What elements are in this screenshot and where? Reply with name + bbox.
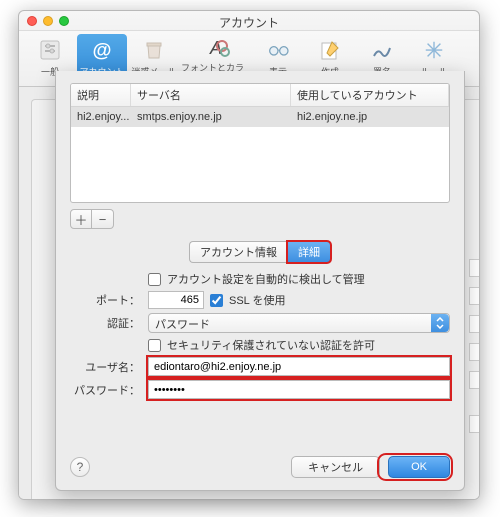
ssl-label: SSL を使用 <box>229 292 285 308</box>
tab-account-info[interactable]: アカウント情報 <box>189 241 287 263</box>
at-icon: @ <box>88 36 116 64</box>
insecure-checkbox[interactable] <box>148 339 161 352</box>
chevron-updown-icon <box>431 314 449 332</box>
ok-button[interactable]: OK <box>388 456 450 478</box>
server-sheet: 説明 サーバ名 使用しているアカウント hi2.enjoy... smtps.e… <box>55 71 465 491</box>
autodetect-checkbox[interactable] <box>148 273 161 286</box>
zoom-button[interactable] <box>59 16 69 26</box>
close-button[interactable] <box>27 16 37 26</box>
glasses-icon <box>264 36 292 64</box>
cell-server: smtps.enjoy.ne.jp <box>131 107 291 127</box>
slider-icon <box>36 36 64 64</box>
port-input[interactable] <box>148 291 204 309</box>
plus-icon: ＋ <box>74 210 87 229</box>
bg-field-stub <box>469 415 479 433</box>
titlebar: アカウント <box>19 11 479 31</box>
compose-icon <box>316 36 344 64</box>
cancel-button[interactable]: キャンセル <box>291 456 380 478</box>
minus-icon: − <box>99 212 107 227</box>
cell-account: hi2.enjoy.ne.jp <box>291 107 449 127</box>
sheet-footer: ? キャンセル OK <box>70 456 450 478</box>
username-input[interactable] <box>148 357 450 376</box>
th-server[interactable]: サーバ名 <box>131 84 291 106</box>
auth-select[interactable]: パスワード <box>148 313 450 333</box>
detail-form: アカウント設定を自動的に検出して管理 ポート： SSL を使用 認証： パスワー… <box>70 271 450 399</box>
bg-field-stub <box>469 371 479 389</box>
signature-icon <box>368 36 396 64</box>
th-account[interactable]: 使用しているアカウント <box>291 84 449 106</box>
bg-field-stub <box>469 259 479 277</box>
tab-detail[interactable]: 詳細 <box>287 241 331 263</box>
remove-button[interactable]: − <box>92 209 114 229</box>
server-table[interactable]: 説明 サーバ名 使用しているアカウント hi2.enjoy... smtps.e… <box>70 83 450 203</box>
snowflake-icon <box>420 36 448 64</box>
svg-text:@: @ <box>92 40 111 62</box>
bg-field-stub <box>469 315 479 333</box>
bg-field-stub <box>469 343 479 361</box>
pass-label: パスワード： <box>70 382 148 398</box>
tab-segment: アカウント情報 詳細 <box>56 241 464 263</box>
trash-icon <box>140 36 168 64</box>
table-header: 説明 サーバ名 使用しているアカウント <box>71 84 449 107</box>
font-icon: A <box>202 36 230 60</box>
add-button[interactable]: ＋ <box>70 209 92 229</box>
table-row[interactable]: hi2.enjoy... smtps.enjoy.ne.jp hi2.enjoy… <box>71 107 449 127</box>
autodetect-label: アカウント設定を自動的に検出して管理 <box>167 271 365 287</box>
port-label: ポート： <box>70 292 148 308</box>
ssl-checkbox[interactable] <box>210 294 223 307</box>
insecure-label: セキュリティ保護されていない認証を許可 <box>167 337 375 353</box>
password-input[interactable] <box>148 380 450 399</box>
auth-value: パスワード <box>155 319 210 331</box>
window-title: アカウント <box>219 16 279 30</box>
cell-desc: hi2.enjoy... <box>71 107 131 127</box>
bg-field-stub <box>469 287 479 305</box>
user-label: ユーザ名： <box>70 359 148 375</box>
minimize-button[interactable] <box>43 16 53 26</box>
help-button[interactable]: ? <box>70 457 90 477</box>
auth-label: 認証： <box>70 315 148 331</box>
window-controls <box>27 16 69 26</box>
add-remove-group: ＋ − <box>70 209 464 229</box>
th-desc[interactable]: 説明 <box>71 84 131 106</box>
